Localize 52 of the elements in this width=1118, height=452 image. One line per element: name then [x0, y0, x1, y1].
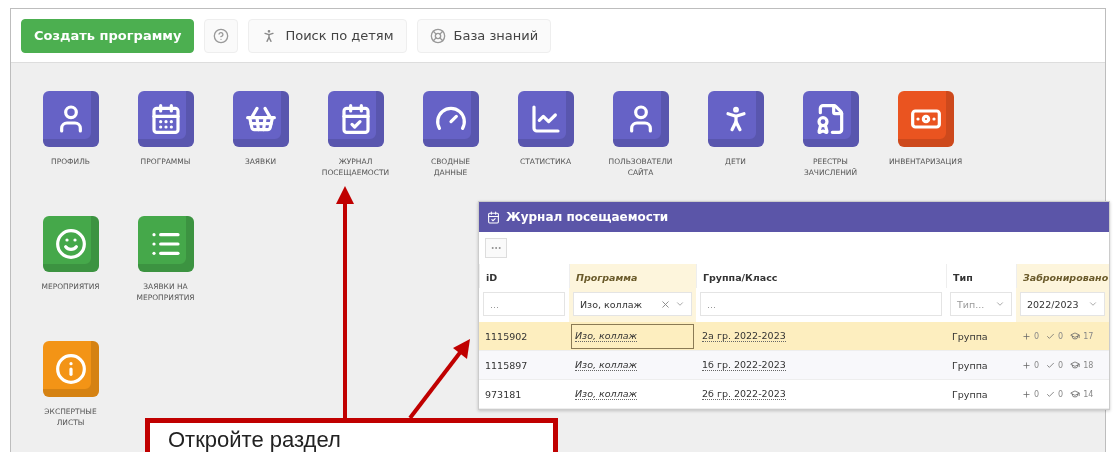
check-icon — [1046, 389, 1056, 399]
column-header[interactable]: Забронировано — [1016, 264, 1109, 288]
calendar-icon — [149, 103, 182, 135]
module-tile[interactable] — [707, 91, 764, 147]
check-icon — [1046, 360, 1056, 370]
calendar-check-icon — [487, 210, 500, 224]
module-tile[interactable] — [612, 91, 669, 147]
type-cell: Группа — [946, 351, 1016, 380]
graduation-cap-icon — [1070, 389, 1081, 399]
column-header[interactable]: Программа — [569, 264, 696, 288]
info-icon — [54, 353, 87, 385]
lifebuoy-icon — [429, 27, 446, 44]
module-tile[interactable] — [137, 91, 194, 147]
id-cell: 1115897 — [479, 351, 569, 380]
booked-cell: 0 0 18 — [1016, 351, 1109, 380]
module-tile[interactable] — [517, 91, 574, 147]
help-button[interactable] — [204, 18, 239, 53]
program-cell[interactable]: Изо, коллаж — [569, 351, 696, 380]
id-cell: 1115902 — [479, 322, 569, 351]
search-children-button[interactable]: Поиск по детям — [248, 18, 407, 53]
module-tile[interactable] — [42, 91, 99, 147]
chart-icon — [529, 103, 562, 135]
help-icon — [213, 27, 230, 44]
module-tile[interactable] — [137, 216, 194, 272]
graduation-cap-icon — [1070, 331, 1081, 341]
clear-icon[interactable] — [660, 298, 671, 310]
panel-title: Журнал посещаемости — [506, 210, 669, 224]
plus-icon — [1022, 331, 1031, 341]
id-cell: 973181 — [479, 380, 569, 409]
check-icon — [1046, 331, 1056, 341]
module-tile[interactable] — [232, 91, 289, 147]
module-tile[interactable] — [802, 91, 859, 147]
group-cell[interactable]: 1б гр. 2022-2023 — [696, 351, 946, 380]
module-tile[interactable] — [327, 91, 384, 147]
smile-icon — [54, 228, 87, 260]
type-cell: Группа — [946, 322, 1016, 351]
knowledge-base-button[interactable]: База знаний — [416, 18, 552, 53]
callout-text: Откройте раздел — [168, 427, 341, 452]
module-tile[interactable] — [42, 216, 99, 272]
group-cell[interactable]: 2а гр. 2022-2023 — [696, 322, 946, 351]
module-tile[interactable] — [422, 91, 479, 147]
plus-icon — [1022, 360, 1031, 370]
filter-field[interactable]: 2022/2023 — [1020, 292, 1105, 316]
filter-field[interactable]: Изо, коллаж — [573, 292, 692, 316]
plus-icon — [1022, 389, 1031, 399]
module-tile[interactable] — [42, 341, 99, 397]
program-cell[interactable]: Изо, коллаж — [569, 322, 696, 351]
module-tile[interactable] — [897, 91, 954, 147]
booked-cell: 0 0 17 — [1016, 322, 1109, 351]
calendar-check-icon — [339, 103, 372, 135]
graduation-cap-icon — [1070, 360, 1081, 370]
booked-cell: 0 0 14 — [1016, 380, 1109, 409]
